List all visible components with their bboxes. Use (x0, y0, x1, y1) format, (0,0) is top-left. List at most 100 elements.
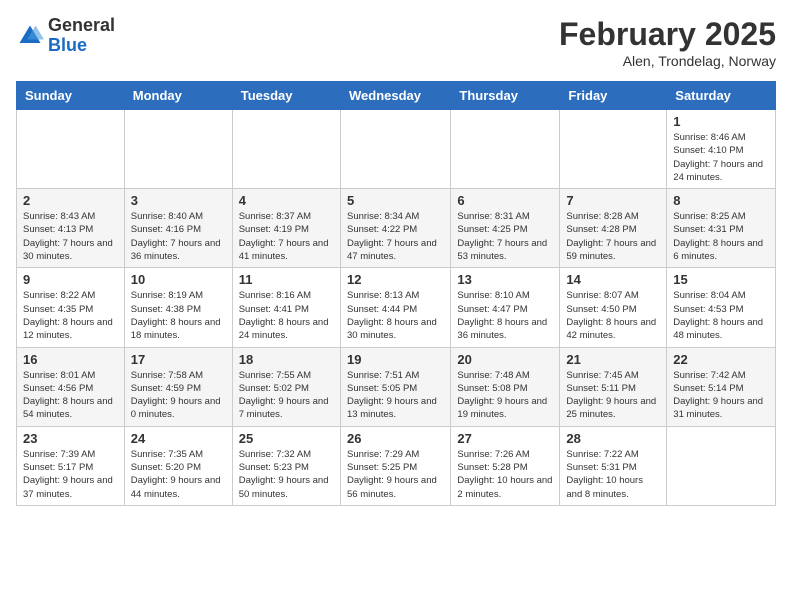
day-info: Sunrise: 7:42 AM Sunset: 5:14 PM Dayligh… (673, 369, 769, 422)
table-row (232, 110, 340, 189)
logo-icon (16, 22, 44, 50)
day-number: 19 (347, 352, 444, 367)
table-row: 27 Sunrise: 7:26 AM Sunset: 5:28 PM Dayli… (451, 426, 560, 505)
day-info: Sunrise: 8:19 AM Sunset: 4:38 PM Dayligh… (131, 289, 226, 342)
table-row: 18 Sunrise: 7:55 AM Sunset: 5:02 PM Dayli… (232, 347, 340, 426)
table-row: 16 Sunrise: 8:01 AM Sunset: 4:56 PM Dayli… (17, 347, 125, 426)
table-row: 9 Sunrise: 8:22 AM Sunset: 4:35 PM Daylig… (17, 268, 125, 347)
day-number: 27 (457, 431, 553, 446)
day-number: 21 (566, 352, 660, 367)
title-block: February 2025 Alen, Trondelag, Norway (559, 16, 776, 69)
day-number: 4 (239, 193, 334, 208)
day-number: 7 (566, 193, 660, 208)
day-number: 28 (566, 431, 660, 446)
day-number: 1 (673, 114, 769, 129)
page-header: General Blue February 2025 Alen, Trondel… (16, 16, 776, 69)
day-info: Sunrise: 8:07 AM Sunset: 4:50 PM Dayligh… (566, 289, 660, 342)
day-info: Sunrise: 7:35 AM Sunset: 5:20 PM Dayligh… (131, 448, 226, 501)
day-info: Sunrise: 7:45 AM Sunset: 5:11 PM Dayligh… (566, 369, 660, 422)
day-number: 16 (23, 352, 118, 367)
day-info: Sunrise: 7:32 AM Sunset: 5:23 PM Dayligh… (239, 448, 334, 501)
table-row: 11Sunrise: 8:16 AM Sunset: 4:41 PM Dayli… (232, 268, 340, 347)
day-info: Sunrise: 8:04 AM Sunset: 4:53 PM Dayligh… (673, 289, 769, 342)
table-row: 12 Sunrise: 8:13 AM Sunset: 4:44 PM Dayli… (340, 268, 450, 347)
day-info: Sunrise: 7:58 AM Sunset: 4:59 PM Dayligh… (131, 369, 226, 422)
day-info: Sunrise: 7:29 AM Sunset: 5:25 PM Dayligh… (347, 448, 444, 501)
day-number: 12 (347, 272, 444, 287)
table-row: 7 Sunrise: 8:28 AM Sunset: 4:28 PM Daylig… (560, 189, 667, 268)
table-row: 3 Sunrise: 8:40 AM Sunset: 4:16 PM Daylig… (124, 189, 232, 268)
table-row (560, 110, 667, 189)
table-row: 10 Sunrise: 8:19 AM Sunset: 4:38 PM Dayli… (124, 268, 232, 347)
day-number: 23 (23, 431, 118, 446)
table-row: 6Sunrise: 8:31 AM Sunset: 4:25 PM Daylig… (451, 189, 560, 268)
table-row: 13Sunrise: 8:10 AM Sunset: 4:47 PM Dayli… (451, 268, 560, 347)
day-info: Sunrise: 7:39 AM Sunset: 5:17 PM Dayligh… (23, 448, 118, 501)
table-row: 17 Sunrise: 7:58 AM Sunset: 4:59 PM Dayli… (124, 347, 232, 426)
day-info: Sunrise: 8:34 AM Sunset: 4:22 PM Dayligh… (347, 210, 444, 263)
header-wednesday: Wednesday (340, 82, 450, 110)
table-row: 4Sunrise: 8:37 AM Sunset: 4:19 PM Daylig… (232, 189, 340, 268)
day-number: 3 (131, 193, 226, 208)
calendar-table: Sunday Monday Tuesday Wednesday Thursday… (16, 81, 776, 506)
day-number: 25 (239, 431, 334, 446)
day-number: 18 (239, 352, 334, 367)
day-info: Sunrise: 7:48 AM Sunset: 5:08 PM Dayligh… (457, 369, 553, 422)
header-sunday: Sunday (17, 82, 125, 110)
day-number: 2 (23, 193, 118, 208)
day-number: 26 (347, 431, 444, 446)
day-number: 24 (131, 431, 226, 446)
day-info: Sunrise: 7:26 AM Sunset: 5:28 PM Dayligh… (457, 448, 553, 501)
day-number: 13 (457, 272, 553, 287)
day-info: Sunrise: 7:22 AM Sunset: 5:31 PM Dayligh… (566, 448, 660, 501)
table-row: 24 Sunrise: 7:35 AM Sunset: 5:20 PM Dayli… (124, 426, 232, 505)
day-number: 22 (673, 352, 769, 367)
day-number: 11 (239, 272, 334, 287)
day-number: 15 (673, 272, 769, 287)
table-row: 8 Sunrise: 8:25 AM Sunset: 4:31 PM Daylig… (667, 189, 776, 268)
table-row: 5 Sunrise: 8:34 AM Sunset: 4:22 PM Daylig… (340, 189, 450, 268)
table-row: 1 Sunrise: 8:46 AM Sunset: 4:10 PM Daylig… (667, 110, 776, 189)
day-info: Sunrise: 8:25 AM Sunset: 4:31 PM Dayligh… (673, 210, 769, 263)
table-row: 14 Sunrise: 8:07 AM Sunset: 4:50 PM Dayli… (560, 268, 667, 347)
table-row (17, 110, 125, 189)
day-info: Sunrise: 8:22 AM Sunset: 4:35 PM Dayligh… (23, 289, 118, 342)
week-row-2: 2 Sunrise: 8:43 AM Sunset: 4:13 PM Daylig… (17, 189, 776, 268)
day-info: Sunrise: 8:13 AM Sunset: 4:44 PM Dayligh… (347, 289, 444, 342)
day-number: 10 (131, 272, 226, 287)
logo: General Blue (16, 16, 115, 56)
month-title: February 2025 (559, 16, 776, 53)
day-number: 14 (566, 272, 660, 287)
week-row-5: 23 Sunrise: 7:39 AM Sunset: 5:17 PM Dayli… (17, 426, 776, 505)
day-info: Sunrise: 8:01 AM Sunset: 4:56 PM Dayligh… (23, 369, 118, 422)
day-info: Sunrise: 8:31 AM Sunset: 4:25 PM Dayligh… (457, 210, 553, 263)
day-info: Sunrise: 8:46 AM Sunset: 4:10 PM Dayligh… (673, 131, 769, 184)
logo-blue-text: Blue (48, 36, 115, 56)
table-row (451, 110, 560, 189)
day-number: 5 (347, 193, 444, 208)
day-info: Sunrise: 7:55 AM Sunset: 5:02 PM Dayligh… (239, 369, 334, 422)
header-tuesday: Tuesday (232, 82, 340, 110)
table-row: 28 Sunrise: 7:22 AM Sunset: 5:31 PM Dayli… (560, 426, 667, 505)
table-row: 19Sunrise: 7:51 AM Sunset: 5:05 PM Dayli… (340, 347, 450, 426)
week-row-3: 9 Sunrise: 8:22 AM Sunset: 4:35 PM Daylig… (17, 268, 776, 347)
day-number: 8 (673, 193, 769, 208)
week-row-4: 16 Sunrise: 8:01 AM Sunset: 4:56 PM Dayli… (17, 347, 776, 426)
day-info: Sunrise: 8:40 AM Sunset: 4:16 PM Dayligh… (131, 210, 226, 263)
header-thursday: Thursday (451, 82, 560, 110)
table-row: 2 Sunrise: 8:43 AM Sunset: 4:13 PM Daylig… (17, 189, 125, 268)
table-row: 23 Sunrise: 7:39 AM Sunset: 5:17 PM Dayli… (17, 426, 125, 505)
weekday-header-row: Sunday Monday Tuesday Wednesday Thursday… (17, 82, 776, 110)
table-row (340, 110, 450, 189)
header-monday: Monday (124, 82, 232, 110)
table-row: 25 Sunrise: 7:32 AM Sunset: 5:23 PM Dayli… (232, 426, 340, 505)
day-info: Sunrise: 8:43 AM Sunset: 4:13 PM Dayligh… (23, 210, 118, 263)
header-friday: Friday (560, 82, 667, 110)
day-number: 20 (457, 352, 553, 367)
day-number: 17 (131, 352, 226, 367)
table-row: 26 Sunrise: 7:29 AM Sunset: 5:25 PM Dayli… (340, 426, 450, 505)
day-number: 9 (23, 272, 118, 287)
header-saturday: Saturday (667, 82, 776, 110)
table-row (124, 110, 232, 189)
day-info: Sunrise: 8:28 AM Sunset: 4:28 PM Dayligh… (566, 210, 660, 263)
